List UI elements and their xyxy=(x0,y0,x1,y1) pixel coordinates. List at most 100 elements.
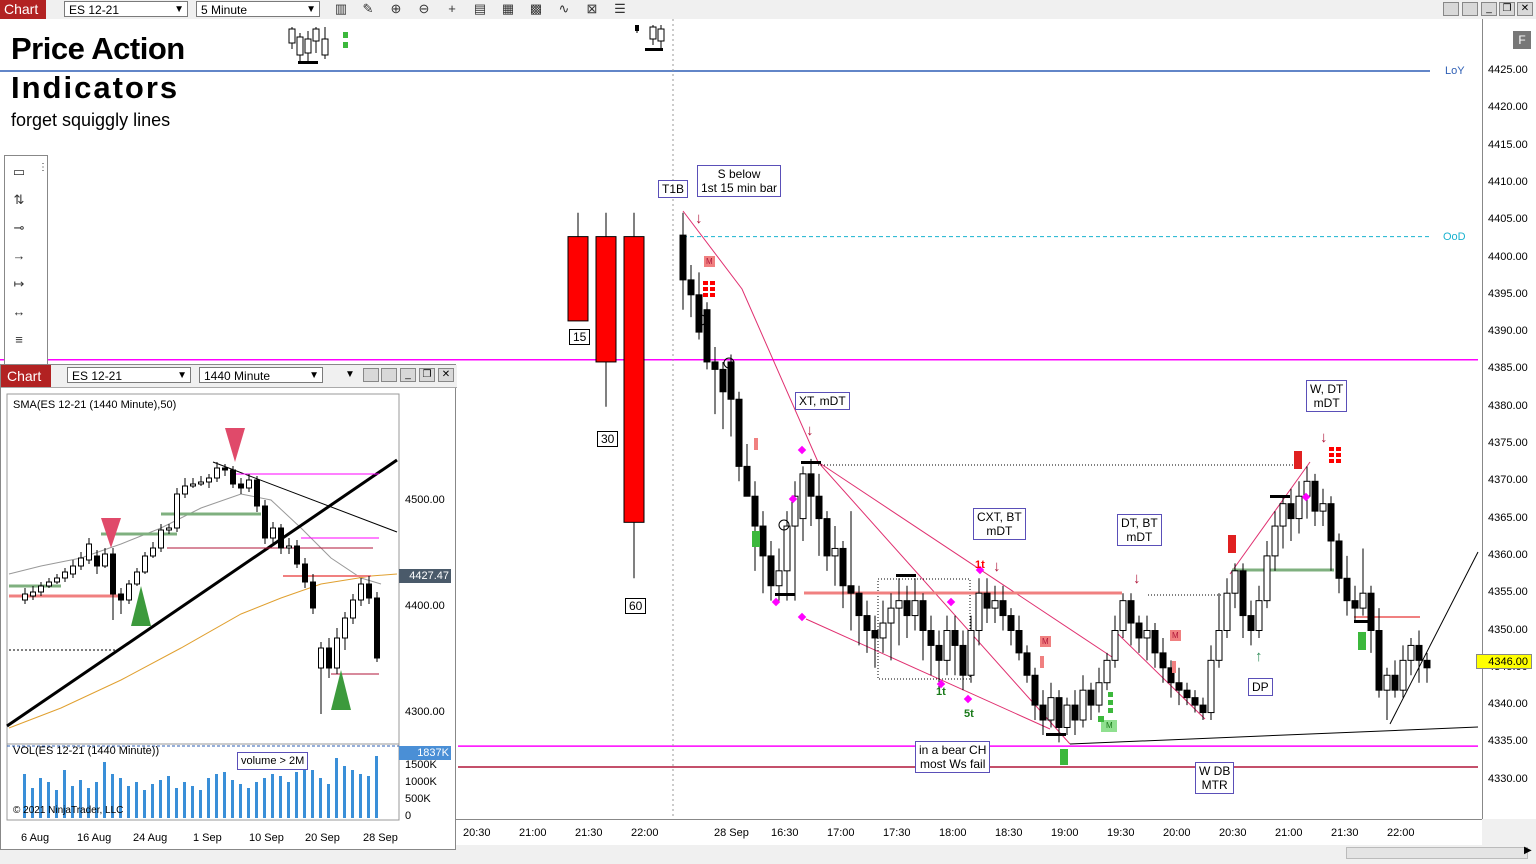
restore-button[interactable]: ❐ xyxy=(1499,2,1515,16)
drawing-toolbar: ▭ ⋮ ⇅ ⊸ → ↦ ↔ ≡ xyxy=(4,155,48,365)
title-indicators: Indicators xyxy=(11,70,180,105)
properties-icon[interactable]: ▦ xyxy=(500,1,516,17)
annotation-t1b: T1B xyxy=(658,180,689,198)
candle xyxy=(1175,667,1183,706)
inset-date-tick: 10 Sep xyxy=(249,832,284,844)
f-button[interactable]: F xyxy=(1513,31,1531,49)
daily-candle xyxy=(374,592,380,662)
fib-icon[interactable]: ≡ xyxy=(11,332,27,348)
panel-button[interactable] xyxy=(1462,2,1478,16)
inset-chart-svg xyxy=(6,393,400,821)
candle xyxy=(1223,578,1231,638)
minimize-button[interactable]: _ xyxy=(1481,2,1497,16)
scroll-right-icon[interactable]: ▶ xyxy=(1524,845,1532,856)
label-m: M xyxy=(1042,637,1049,646)
inset-chart-tab[interactable]: Chart xyxy=(1,365,51,387)
annotation-line: W, DT xyxy=(1310,382,1344,396)
label-m: M xyxy=(706,257,713,266)
candle xyxy=(823,511,831,571)
candle xyxy=(1191,690,1199,713)
zoom-out-icon[interactable]: ⊖ xyxy=(416,1,432,17)
volume-bar xyxy=(191,786,194,818)
daily-candle xyxy=(262,500,268,544)
ood-label: OoD xyxy=(1443,231,1466,243)
candle xyxy=(1015,615,1023,661)
time-tick: 21:00 xyxy=(519,827,547,839)
close-button[interactable]: ✕ xyxy=(1517,2,1533,16)
bar-type-icon[interactable]: ▥ xyxy=(333,1,349,17)
candle xyxy=(1087,682,1095,721)
instrument-select[interactable]: ES 12-21 ▼ xyxy=(64,1,188,17)
htf-bar-15 xyxy=(567,212,589,322)
drawing-tools-icon[interactable]: ⊠ xyxy=(584,1,600,17)
title-price-action: Price Action xyxy=(11,31,185,66)
htf-bar-30 xyxy=(595,212,617,407)
price-tick: 4415.00 xyxy=(1488,138,1528,151)
horizontal-scrollbar[interactable] xyxy=(1346,847,1528,859)
annotation-wdt: W, DT mDT xyxy=(1306,380,1348,412)
line-icon[interactable]: ⊸ xyxy=(11,220,27,236)
interval-select[interactable]: 5 Minute ▼ xyxy=(196,1,320,17)
candle xyxy=(1007,608,1015,646)
candle xyxy=(1391,660,1399,698)
label-m: M xyxy=(1172,631,1179,640)
inset-date-tick: 1 Sep xyxy=(193,832,222,844)
candle xyxy=(1263,540,1271,609)
current-price-badge: 4346.00 xyxy=(1476,654,1532,669)
svg-text:↑: ↑ xyxy=(1255,648,1263,665)
crosshair-icon[interactable]: + xyxy=(444,1,460,17)
inset-vol-tick: 1500K xyxy=(405,759,437,771)
annotation-dp: DP xyxy=(1248,678,1273,696)
minimize-button[interactable]: _ xyxy=(400,368,416,382)
label-30: 30 xyxy=(597,431,619,447)
price-tick: 4395.00 xyxy=(1488,287,1528,300)
volume-note: volume > 2M xyxy=(237,752,309,770)
price-axis[interactable]: F 4425.00 4420.00 4415.00 4410.00 4405.00 440… xyxy=(1482,19,1536,819)
volume-bar xyxy=(327,784,330,818)
panel-button[interactable] xyxy=(381,368,397,382)
indicators-icon[interactable]: ▩ xyxy=(528,1,544,17)
candle xyxy=(767,540,775,601)
candle xyxy=(975,578,983,646)
extended-line-icon[interactable]: ↦ xyxy=(11,276,27,292)
panel-button[interactable] xyxy=(363,368,379,382)
candle xyxy=(1239,563,1247,638)
inset-instrument-select[interactable]: ES 12-21 ▼ xyxy=(67,367,191,383)
data-box-icon[interactable]: ▤ xyxy=(472,1,488,17)
more-icon[interactable]: ⋮ xyxy=(35,160,51,176)
loy-label: LoY xyxy=(1445,65,1465,77)
candle xyxy=(951,615,959,676)
menu-list-icon[interactable]: ☰ xyxy=(612,1,628,17)
sma-label: SMA(ES 12-21 (1440 Minute),50) xyxy=(13,399,177,411)
restore-button[interactable]: ❐ xyxy=(419,368,435,382)
chevron-down-icon[interactable]: ▼ xyxy=(345,369,355,380)
candle xyxy=(895,578,903,646)
copyright: © 2021 NinjaTrader, LLC xyxy=(13,805,124,816)
arrows-icon[interactable]: ⇅ xyxy=(11,192,27,208)
inset-current-price: 4427.47 xyxy=(399,569,451,583)
panel-button[interactable] xyxy=(1443,2,1459,16)
strategies-icon[interactable]: ∿ xyxy=(556,1,572,17)
candle xyxy=(719,361,727,430)
volume-bar xyxy=(223,772,226,818)
volume-bar xyxy=(295,772,298,818)
pencil-icon[interactable]: ✎ xyxy=(360,1,376,17)
volume-bar xyxy=(367,776,370,818)
zoom-in-icon[interactable]: ⊕ xyxy=(388,1,404,17)
svg-text:↓: ↓ xyxy=(993,558,1001,575)
ray-icon[interactable]: → xyxy=(11,248,27,264)
time-tick: 22:00 xyxy=(631,827,659,839)
label-15: 15 xyxy=(569,329,591,345)
inset-interval-select[interactable]: 1440 Minute ▼ xyxy=(199,367,323,383)
inset-interval-value: 1440 Minute xyxy=(204,369,271,383)
ruler-icon[interactable]: ▭ xyxy=(11,164,27,180)
price-tick: 4405.00 xyxy=(1488,213,1528,226)
daily-candle xyxy=(174,488,180,532)
horizontal-line-icon[interactable]: ↔ xyxy=(11,304,27,320)
inset-chart-window[interactable]: Chart ES 12-21 ▼ 1440 Minute ▼ ▼ _ ❐ ✕ S… xyxy=(0,364,457,850)
candle xyxy=(1279,496,1287,549)
close-button[interactable]: ✕ xyxy=(438,368,454,382)
volume-bar xyxy=(159,780,162,818)
label-1t-green: 1t xyxy=(936,686,946,698)
chart-tab[interactable]: Chart xyxy=(0,0,46,19)
